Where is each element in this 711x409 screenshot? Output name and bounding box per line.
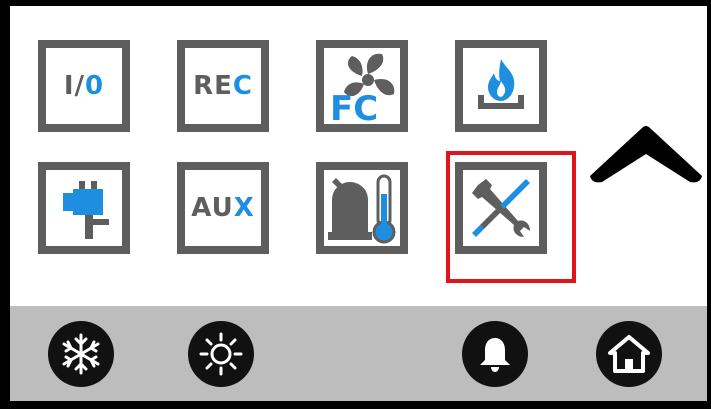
home-button[interactable]	[596, 321, 662, 387]
aux-tile-button[interactable]: AUX	[177, 162, 269, 254]
alarm-button[interactable]	[462, 321, 528, 387]
burner-tile-button[interactable]	[455, 40, 547, 132]
bell-icon	[480, 338, 510, 372]
frame-top	[0, 0, 711, 6]
frame-bottom	[0, 401, 711, 409]
rec-tile-button[interactable]: REC	[177, 40, 269, 132]
home-icon	[608, 335, 650, 373]
valve-tile-button[interactable]	[38, 162, 130, 254]
cooling-mode-button[interactable]	[48, 321, 114, 387]
thermo-tile-button[interactable]	[316, 162, 408, 254]
flame-burner-icon	[478, 59, 524, 109]
svg-text:FC: FC	[330, 89, 378, 124]
compressor-thermometer-icon	[328, 174, 396, 244]
aux-label: AUX	[191, 193, 255, 223]
fan-fc-icon: FC	[330, 53, 395, 124]
fc-tile-button[interactable]: FC	[316, 40, 408, 132]
valve-icon	[63, 181, 109, 239]
snowflake-icon	[62, 333, 100, 375]
selected-tile-highlight	[446, 151, 576, 283]
io-label: I/0	[63, 71, 105, 101]
frame-right	[707, 0, 711, 409]
io-tile-button[interactable]: I/0	[38, 40, 130, 132]
frame-left	[0, 0, 10, 409]
sun-icon	[199, 332, 243, 376]
hmi-screen: I/0 REC FC AUX	[0, 0, 711, 409]
heating-mode-button[interactable]	[188, 321, 254, 387]
up-arrow-icon[interactable]	[590, 124, 702, 186]
rec-label: REC	[193, 71, 253, 101]
